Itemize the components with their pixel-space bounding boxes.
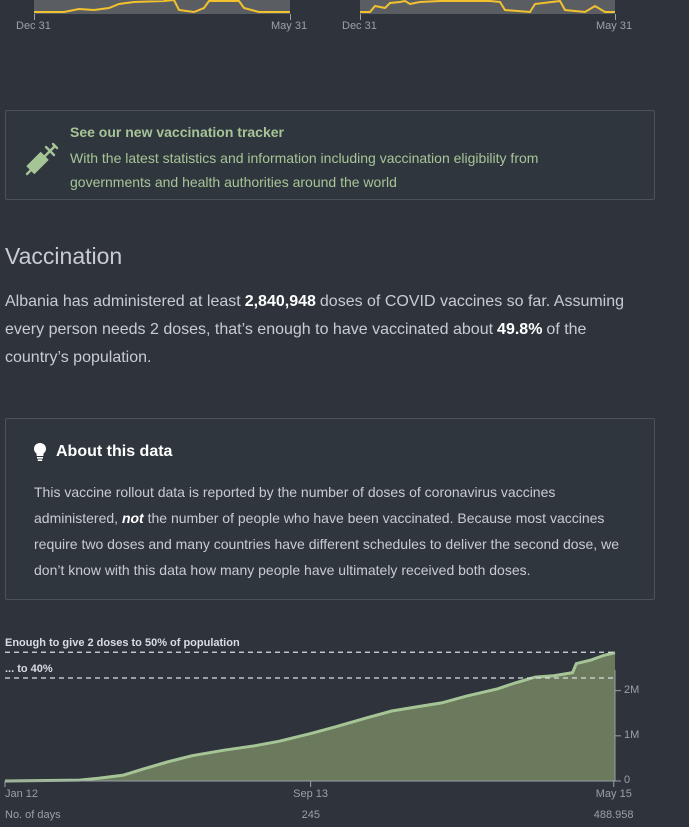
about-emphasis: not <box>121 510 144 526</box>
about-data-card: About this data This vaccine rollout dat… <box>5 418 655 600</box>
y-tick-label-2: 2M <box>624 683 640 696</box>
doses-area-chart-svg <box>4 651 621 787</box>
left-end-label: May 31 <box>271 20 308 32</box>
summary-text-before: Albania has administered at least <box>5 293 241 310</box>
mini-chart-right-line <box>360 0 615 14</box>
x-tick-label-0: Jan 12 <box>5 788 39 800</box>
tracker-description: With the latest statistics and informati… <box>70 150 539 190</box>
vaccination-tracker-card[interactable]: See our new vaccination tracker With the… <box>5 110 655 200</box>
y-tick-label-1: 1M <box>624 728 640 741</box>
reference-label-0: Enough to give 2 doses to 50% of populat… <box>5 637 240 650</box>
mini-chart-right-svg <box>360 0 615 14</box>
mini-chart-right <box>360 0 615 14</box>
mini-chart-left <box>34 0 290 14</box>
y-tick-label-0: 0 <box>624 774 631 786</box>
vaccination-summary: Albania has administered at least 2,840,9… <box>5 288 645 372</box>
x-tick-sublabel-2: 488.958 <box>593 809 634 821</box>
right-end-label: May 31 <box>596 20 633 32</box>
about-text: This vaccine rollout data is reported by… <box>34 479 634 583</box>
mini-chart-left-line <box>34 0 290 14</box>
top-mini-charts: Dec 31 May 31 Dec 31 May 31 <box>0 0 689 40</box>
right-start-label: Dec 31 <box>342 20 377 32</box>
doses-count: 2,840,948 <box>244 293 316 310</box>
doses-area-chart: Enough to give 2 doses to 50% of populat… <box>0 637 689 827</box>
x-axis-caption: No. of days <box>5 809 61 821</box>
doses-area <box>5 652 615 781</box>
x-tick-label-2: May 15 <box>595 788 632 800</box>
about-title: About this data <box>56 443 173 460</box>
mini-chart-left-svg <box>34 0 290 14</box>
tracker-title[interactable]: See our new vaccination tracker <box>70 124 284 140</box>
x-tick-label-1: Sep 13 <box>293 788 328 800</box>
syringe-icon <box>25 142 59 176</box>
vaccination-heading: Vaccination <box>5 243 123 269</box>
percent-vaccinated: 49.8% <box>497 321 543 338</box>
reference-label-1: ... to 40% <box>5 663 53 675</box>
lightbulb-icon <box>34 443 46 461</box>
x-tick-sublabel-1: 245 <box>301 809 320 821</box>
left-start-label: Dec 31 <box>16 20 51 32</box>
